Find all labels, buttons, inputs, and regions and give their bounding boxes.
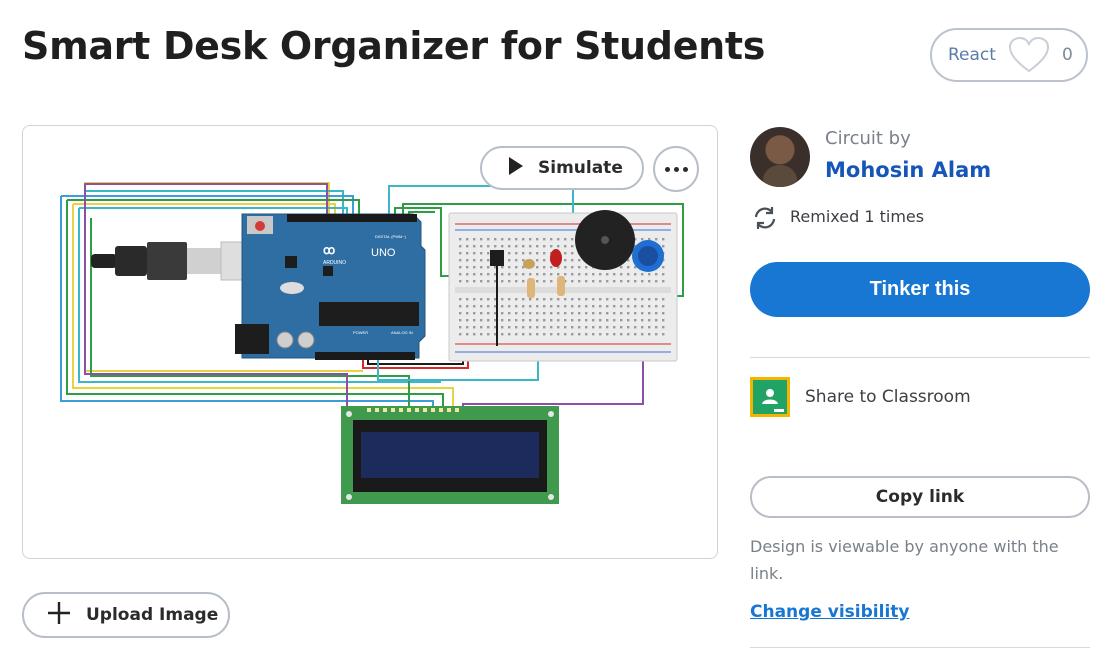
simulate-button[interactable]: Simulate: [480, 146, 644, 190]
more-dot-icon: [664, 166, 670, 172]
svg-text:ꝏ: ꝏ: [323, 243, 335, 257]
divider: [750, 357, 1090, 358]
author-avatar[interactable]: [750, 127, 810, 187]
remix-count-text: Remixed 1 times: [790, 207, 925, 226]
play-icon: [508, 156, 524, 181]
simulate-label: Simulate: [538, 158, 623, 178]
react-label: React: [948, 45, 996, 65]
divider: [750, 647, 1090, 648]
copy-link-button[interactable]: Copy link: [750, 476, 1090, 518]
digital-label: DIGITAL (PWM~): [375, 234, 407, 239]
power-label: POWER: [353, 330, 368, 335]
circuit-canvas[interactable]: ꝏ UNO ARDUINO DIGITAL (PWM~) POWER ANALO…: [22, 125, 718, 559]
share-to-classroom-link[interactable]: Share to Classroom: [805, 387, 971, 407]
author-link[interactable]: Mohosin Alam: [825, 158, 991, 182]
heart-icon: [1008, 35, 1050, 75]
circuit-by-label: Circuit by: [825, 128, 911, 149]
more-dot-icon: [673, 166, 679, 172]
more-dot-icon: [682, 166, 688, 172]
board-brand-label: ARDUINO: [323, 260, 346, 266]
board-model-label: UNO: [371, 247, 396, 259]
change-visibility-link[interactable]: Change visibility: [750, 602, 909, 622]
upload-image-button[interactable]: Upload Image: [22, 592, 230, 638]
visibility-description: Design is viewable by anyone with the li…: [750, 537, 1059, 583]
upload-label: Upload Image: [86, 605, 219, 625]
project-title: Smart Desk Organizer for Students: [22, 24, 766, 68]
react-count: 0: [1061, 45, 1073, 65]
analog-label: ANALOG IN: [391, 330, 413, 335]
lcd-module: [341, 406, 559, 504]
more-options-button[interactable]: [653, 146, 699, 192]
circuit-diagram: ꝏ UNO ARDUINO DIGITAL (PWM~) POWER ANALO…: [60, 182, 684, 504]
google-classroom-icon[interactable]: [750, 377, 790, 417]
plus-icon: [46, 600, 72, 631]
remix-icon: [750, 203, 780, 237]
breadboard: [448, 210, 678, 362]
tinker-this-button[interactable]: Tinker this: [750, 262, 1090, 317]
react-button[interactable]: React 0: [930, 28, 1088, 82]
arduino-board: ꝏ UNO ARDUINO DIGITAL (PWM~) POWER ANALO…: [235, 213, 426, 360]
